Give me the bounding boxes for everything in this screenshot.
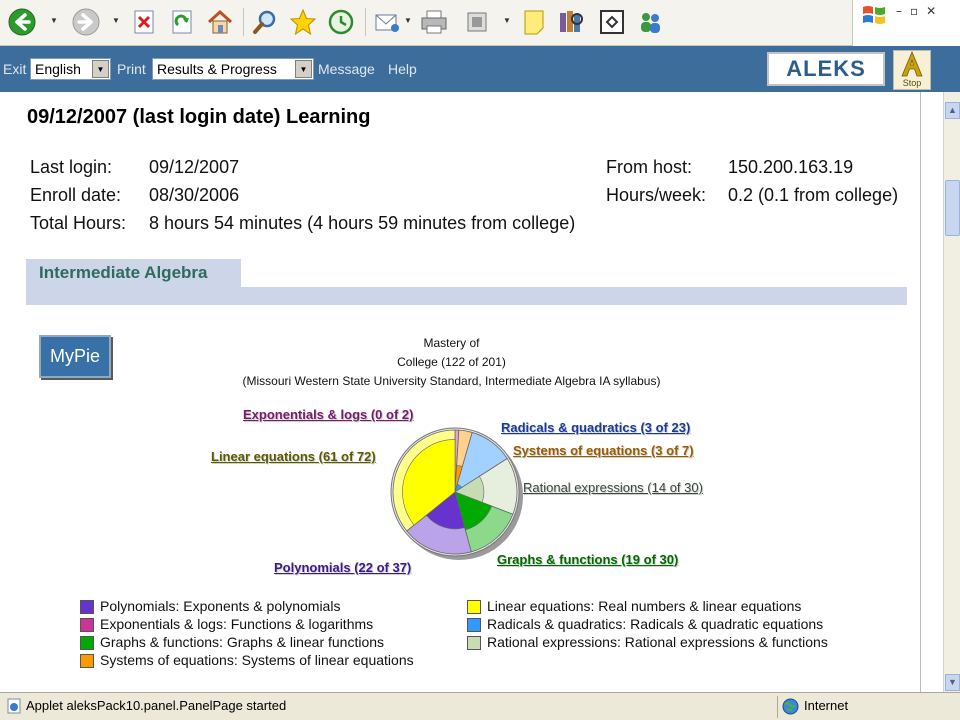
scroll-thumb[interactable]	[945, 180, 960, 236]
content-divider	[920, 92, 921, 692]
refresh-icon[interactable]	[166, 6, 198, 38]
chart-caption-line2: College (122 of 201)	[397, 355, 506, 369]
help-link[interactable]: Help	[388, 61, 417, 77]
hours-week-label: Hours/week:	[606, 185, 707, 205]
search-icon[interactable]	[249, 6, 281, 38]
edit-icon[interactable]	[596, 6, 628, 38]
stop-label: Stop	[902, 78, 922, 88]
messenger-icon[interactable]	[634, 6, 666, 38]
mastery-pie-chart[interactable]	[380, 417, 530, 567]
page-title: 09/12/2007 (last login date) Learning	[27, 106, 371, 128]
legend-text: Radicals & quadratics: Radicals & quadra…	[487, 616, 824, 632]
vertical-scrollbar[interactable]: ▲ ▼	[943, 92, 960, 692]
print-link[interactable]: Print	[117, 61, 146, 77]
fullscreen-dropdown-icon[interactable]: ▼	[503, 16, 511, 26]
total-hours-label: Total Hours:	[30, 213, 127, 233]
windows-logo-icon	[863, 6, 885, 24]
enroll-date-value: 08/30/2006	[149, 185, 240, 205]
pie-label-linear[interactable]: Linear equations (61 of 72)	[211, 449, 376, 464]
stop-icon[interactable]	[128, 6, 160, 38]
notes-icon[interactable]	[518, 6, 550, 38]
legend-text: Graphs & functions: Graphs & linear func…	[100, 634, 385, 650]
pie-label-polynomials[interactable]: Polynomials (22 of 37)	[274, 560, 411, 575]
mypie-button[interactable]: MyPie	[39, 335, 111, 378]
mail-icon[interactable]	[371, 6, 403, 38]
last-login-value: 09/12/2007	[149, 157, 240, 177]
mypie-label: MyPie	[49, 346, 100, 366]
print-option-value: Results & Progress	[157, 61, 277, 77]
globe-icon	[782, 698, 799, 715]
exit-link[interactable]: Exit	[3, 61, 26, 77]
print-option-select[interactable]: Results & Progress ▼	[152, 58, 314, 80]
legend-text: Polynomials: Exponents & polynomials	[100, 598, 341, 614]
browser-window: ▼ ▼ ▼ ▼ –▫✕ Exit English ▼ Print Results…	[0, 0, 960, 720]
aleks-logo-text: ALEKS	[786, 56, 866, 81]
last-login-label: Last login:	[30, 157, 113, 177]
pie-label-rational[interactable]: Rational expressions (14 of 30)	[523, 480, 703, 495]
aleks-menubar: Exit English ▼ Print Results & Progress …	[0, 46, 960, 92]
legend-text: Linear equations: Real numbers & linear …	[487, 598, 802, 614]
back-icon[interactable]	[6, 6, 38, 38]
aleks-logo: ALEKS	[767, 52, 885, 86]
language-value: English	[35, 61, 81, 77]
stop-button[interactable]: Stop	[893, 50, 931, 90]
forward-dropdown-icon[interactable]: ▼	[112, 16, 120, 26]
mail-dropdown-icon[interactable]: ▼	[404, 16, 412, 26]
legend-swatch	[80, 654, 94, 668]
course-tab-label: Intermediate Algebra	[39, 263, 208, 282]
scroll-down-icon[interactable]: ▼	[945, 674, 960, 691]
security-zone: Internet	[777, 696, 957, 718]
legend-swatch	[80, 618, 94, 632]
chevron-down-icon[interactable]: ▼	[92, 60, 109, 78]
status-bar: Applet aleksPack10.panel.PanelPage start…	[0, 692, 960, 720]
scroll-up-icon[interactable]: ▲	[945, 102, 960, 119]
from-host-value: 150.200.163.19	[728, 157, 854, 177]
pie-label-systems[interactable]: Systems of equations (3 of 7)	[513, 443, 694, 458]
zone-label: Internet	[804, 698, 849, 713]
chart-caption-line1: Mastery of	[423, 336, 480, 350]
legend-swatch	[467, 636, 481, 650]
page-icon	[7, 698, 21, 714]
window-controls[interactable]: –▫✕	[896, 4, 944, 18]
ie-toolbar: ▼ ▼ ▼ ▼ –▫✕	[0, 0, 960, 46]
pie-label-graphs[interactable]: Graphs & functions (19 of 30)	[497, 552, 678, 567]
back-dropdown-icon[interactable]: ▼	[50, 16, 58, 26]
print-icon[interactable]	[418, 6, 450, 38]
legend-swatch	[80, 600, 94, 614]
report-content: 09/12/2007 (last login date) Learning La…	[0, 92, 943, 692]
history-icon[interactable]	[325, 6, 357, 38]
research-icon[interactable]	[555, 6, 587, 38]
legend-text: Rational expressions: Rational expressio…	[487, 634, 828, 650]
chart-caption: Mastery of College (122 of 201) (Missour…	[200, 334, 703, 391]
legend-swatch	[80, 636, 94, 650]
legend-text: Exponentials & logs: Functions & logarit…	[100, 616, 374, 632]
course-band	[26, 287, 907, 305]
pie-label-radicals[interactable]: Radicals & quadratics (3 of 23)	[501, 420, 690, 435]
total-hours-value: 8 hours 54 minutes (4 hours 59 minutes f…	[149, 213, 576, 233]
from-host-label: From host:	[606, 157, 693, 177]
enroll-date-label: Enroll date:	[30, 185, 122, 205]
legend-swatch	[467, 618, 481, 632]
chart-caption-line3: (Missouri Western State University Stand…	[242, 374, 661, 388]
legend-swatch	[467, 600, 481, 614]
fullscreen-icon[interactable]	[461, 6, 493, 38]
status-message: Applet aleksPack10.panel.PanelPage start…	[26, 698, 287, 713]
chevron-down-icon[interactable]: ▼	[295, 60, 312, 78]
hours-week-value: 0.2 (0.1 from college)	[728, 185, 899, 205]
favorites-icon[interactable]	[287, 6, 319, 38]
language-select[interactable]: English ▼	[30, 58, 111, 80]
forward-icon[interactable]	[70, 6, 102, 38]
pie-label-exponentials[interactable]: Exponentials & logs (0 of 2)	[243, 407, 413, 422]
home-icon[interactable]	[204, 6, 236, 38]
course-tab[interactable]: Intermediate Algebra	[26, 259, 241, 289]
message-link[interactable]: Message	[318, 61, 375, 77]
legend-text: Systems of equations: Systems of linear …	[100, 652, 414, 668]
stop-a-icon	[901, 50, 923, 77]
